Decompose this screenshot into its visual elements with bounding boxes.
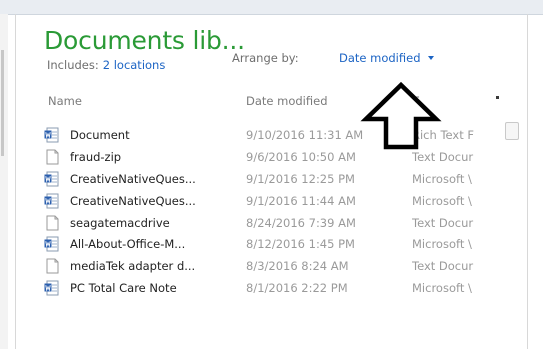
file-type: Microsoft \ (412, 237, 472, 252)
caret-down-icon (427, 56, 434, 60)
library-title: Documents lib... (44, 26, 245, 55)
content-divider-right (527, 14, 528, 349)
navigation-pane-edge (0, 14, 8, 349)
file-row[interactable]: All-About-Office-M... 8/12/2016 1:45 PM … (44, 233, 504, 255)
file-name: CreativeNativeQues... (70, 193, 196, 208)
file-date-modified: 8/3/2016 8:24 AM (246, 259, 349, 274)
navigation-scrollbar[interactable] (1, 50, 4, 156)
file-date-modified: 9/1/2016 12:25 PM (246, 171, 355, 186)
word-document-icon (44, 171, 60, 187)
file-row[interactable]: PC Total Care Note 8/1/2016 2:22 PM Micr… (44, 277, 504, 299)
file-type: Text Docur (412, 259, 474, 274)
column-header-date-modified[interactable]: Date modified (246, 94, 328, 108)
top-border-strip (0, 0, 543, 15)
file-type: Microsoft \ (412, 171, 472, 186)
text-file-icon (44, 149, 60, 165)
file-date-modified: 9/10/2016 11:31 AM (246, 128, 364, 142)
file-date-modified: 8/24/2016 7:39 AM (246, 215, 356, 230)
file-row[interactable]: mediaTek adapter d... 8/3/2016 8:24 AM T… (44, 255, 504, 277)
word-document-icon (44, 127, 60, 143)
column-scrollbar-thumb[interactable] (505, 122, 519, 140)
text-file-icon (44, 258, 60, 274)
arrange-by-label: Arrange by: (232, 51, 299, 65)
file-row[interactable]: seagatemacdrive 8/24/2016 7:39 AM Text D… (44, 212, 504, 234)
file-name: All-About-Office-M... (70, 237, 186, 252)
arrange-by-value: Date modified (339, 51, 421, 65)
file-name: fraud-zip (70, 149, 122, 164)
word-document-icon (44, 193, 60, 209)
file-name: mediaTek adapter d... (70, 259, 196, 274)
file-date-modified: 9/1/2016 11:44 AM (246, 193, 356, 208)
content-divider-left (15, 14, 16, 349)
word-document-icon (44, 236, 60, 252)
library-includes: Includes: 2 locations (47, 58, 165, 72)
file-name: Document (70, 128, 130, 142)
locations-link[interactable]: 2 locations (103, 58, 166, 72)
arrange-by-dropdown[interactable]: Date modified (339, 51, 434, 65)
word-document-icon (44, 280, 60, 296)
file-row[interactable]: CreativeNativeQues... 9/1/2016 12:25 PM … (44, 168, 504, 190)
file-type: Microsoft \ (412, 281, 472, 296)
file-date-modified: 8/12/2016 1:45 PM (246, 237, 355, 252)
file-type: Text Docur (412, 215, 474, 230)
up-arrow-icon (360, 81, 442, 150)
file-date-modified: 9/6/2016 10:50 AM (246, 149, 356, 164)
text-file-icon (44, 215, 60, 231)
file-row[interactable]: CreativeNativeQues... 9/1/2016 11:44 AM … (44, 190, 504, 212)
file-type: Microsoft \ (412, 193, 472, 208)
column-header-name[interactable]: Name (48, 94, 82, 108)
file-name: seagatemacdrive (70, 215, 170, 230)
sort-indicator-icon (496, 96, 499, 99)
includes-label: Includes: (47, 58, 99, 72)
file-name: CreativeNativeQues... (70, 171, 196, 186)
file-name: PC Total Care Note (70, 281, 177, 296)
file-date-modified: 8/1/2016 2:22 PM (246, 281, 348, 296)
